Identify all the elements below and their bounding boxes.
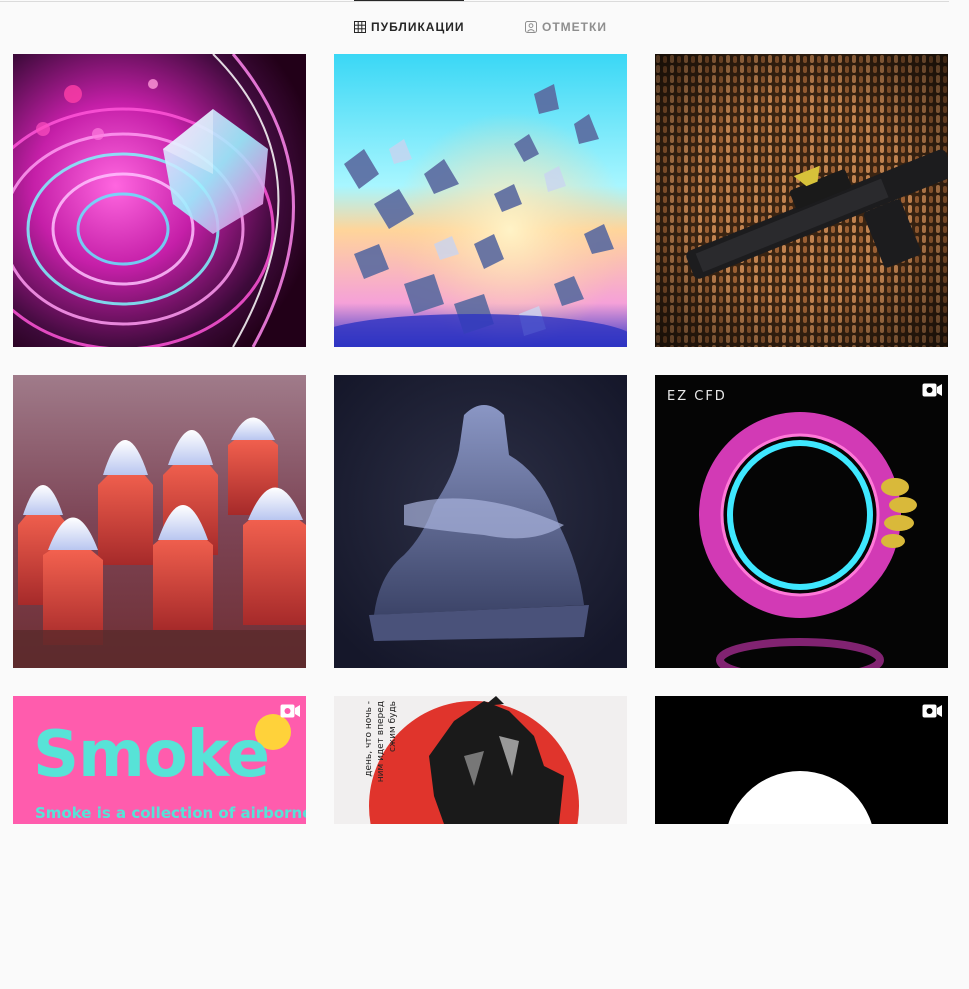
video-icon [280, 704, 300, 718]
tab-tagged[interactable]: ОТМЕТКИ [525, 0, 607, 54]
grid-icon [354, 21, 366, 33]
post-subtitle-text: Smoke is a collection of airborne [35, 804, 306, 822]
post-image-rifle-bullets [655, 54, 948, 347]
post-tile-8[interactable]: день, что ночь - ним идет вперед сжим бу… [334, 696, 627, 989]
post-tile-2[interactable] [334, 54, 627, 347]
post-image-flower-buds [13, 375, 306, 668]
tab-tagged-label: ОТМЕТКИ [542, 20, 607, 34]
video-icon [922, 704, 942, 718]
post-caption-line-3: сжим будь [388, 701, 398, 752]
tab-posts-label: ПУБЛИКАЦИИ [371, 20, 465, 34]
video-icon [922, 383, 942, 397]
post-title-text: Smoke [33, 718, 270, 792]
post-tile-3[interactable] [655, 54, 948, 347]
post-image-neon-ring [655, 375, 948, 668]
post-image-white-circle [655, 696, 948, 824]
tagged-user-icon [525, 21, 537, 33]
tab-posts[interactable]: ПУБЛИКАЦИИ [354, 0, 465, 54]
post-brand-text: EZ CFD [667, 389, 727, 404]
post-tile-9[interactable] [655, 696, 948, 989]
post-caption-line-2: ним идет вперед [376, 701, 386, 783]
post-image-pieta-statue [334, 375, 627, 668]
post-tile-7[interactable]: Smoke Smoke is a collection of airborne [13, 696, 306, 989]
post-image-neon-swirl [13, 54, 306, 347]
post-tile-4[interactable] [13, 375, 306, 668]
profile-tabs: ПУБЛИКАЦИИ ОТМЕТКИ [0, 0, 949, 54]
post-tile-1[interactable] [13, 54, 306, 347]
post-tile-6[interactable]: EZ CFD [655, 375, 948, 668]
post-caption-line-1: день, что ночь - [364, 701, 374, 777]
post-tile-5[interactable] [334, 375, 627, 668]
post-image-crystal-shards [334, 54, 627, 347]
